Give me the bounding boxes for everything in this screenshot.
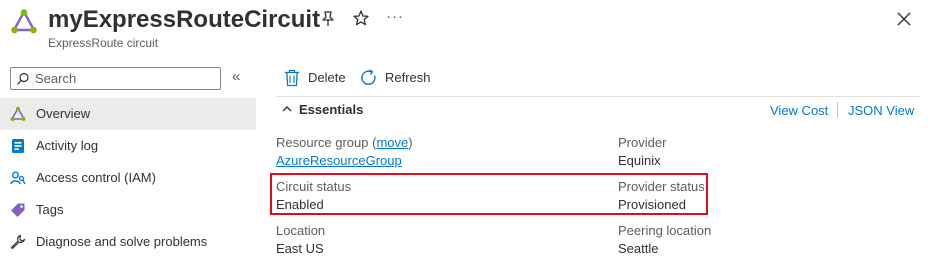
- delete-label: Delete: [308, 70, 346, 85]
- search-input[interactable]: [35, 70, 215, 87]
- sidebar-item-label: Diagnose and solve problems: [36, 234, 208, 249]
- sidebar-item-label: Tags: [36, 202, 64, 217]
- peering-location-value: Seattle: [618, 241, 659, 256]
- search-icon: [17, 72, 29, 85]
- refresh-label: Refresh: [385, 70, 431, 85]
- status-highlight-box: [270, 173, 708, 215]
- sidebar-item-label: Access control (IAM): [36, 170, 156, 185]
- sidebar-item-label: Overview: [36, 106, 91, 121]
- collapse-sidebar-icon[interactable]: «: [232, 69, 240, 85]
- refresh-icon: [361, 69, 376, 85]
- resource-group-value-link[interactable]: AzureResourceGroup: [276, 153, 402, 169]
- wrench-icon: [10, 234, 26, 250]
- move-link[interactable]: move: [376, 135, 408, 150]
- sidebar-item-diagnose[interactable]: Diagnose and solve problems: [0, 226, 256, 258]
- provider-value: Equinix: [618, 153, 661, 168]
- provider-label: Provider: [618, 135, 667, 150]
- page-title: myExpressRouteCircuit: [48, 6, 321, 33]
- tag-icon: [11, 203, 25, 217]
- refresh-button[interactable]: Refresh: [360, 67, 431, 89]
- star-icon[interactable]: [352, 9, 370, 27]
- sidebar-item-tags[interactable]: Tags: [0, 194, 256, 226]
- sidebar-item-access-control[interactable]: Access control (IAM): [0, 162, 256, 194]
- sidebar-item-label: Activity log: [36, 138, 99, 153]
- iam-icon: [10, 171, 26, 185]
- trash-icon: [285, 69, 299, 87]
- location-value: East US: [276, 241, 324, 256]
- essentials-divider: [276, 96, 920, 97]
- more-options-icon[interactable]: ···: [386, 8, 404, 26]
- chevron-up-icon[interactable]: [281, 103, 293, 115]
- link-separator: [837, 102, 838, 118]
- pin-icon[interactable]: [319, 10, 337, 28]
- page-subtitle: ExpressRoute circuit: [48, 36, 159, 50]
- resource-group-label: Resource group (move): [276, 135, 413, 150]
- sidebar-item-activity-log[interactable]: Activity log: [0, 130, 256, 162]
- search-box[interactable]: [10, 67, 221, 90]
- essentials-title[interactable]: Essentials: [299, 102, 363, 118]
- delete-button[interactable]: Delete: [284, 67, 346, 89]
- peering-location-label: Peering location: [618, 223, 712, 238]
- location-label: Location: [276, 223, 326, 238]
- json-view-link[interactable]: JSON View: [848, 103, 914, 119]
- view-cost-link[interactable]: View Cost: [770, 103, 828, 119]
- activity-log-icon: [12, 139, 24, 153]
- expressroute-icon: [10, 106, 26, 121]
- close-icon[interactable]: [895, 10, 913, 28]
- expressroute-resource-icon: [11, 9, 37, 34]
- sidebar-item-overview[interactable]: Overview: [0, 98, 256, 130]
